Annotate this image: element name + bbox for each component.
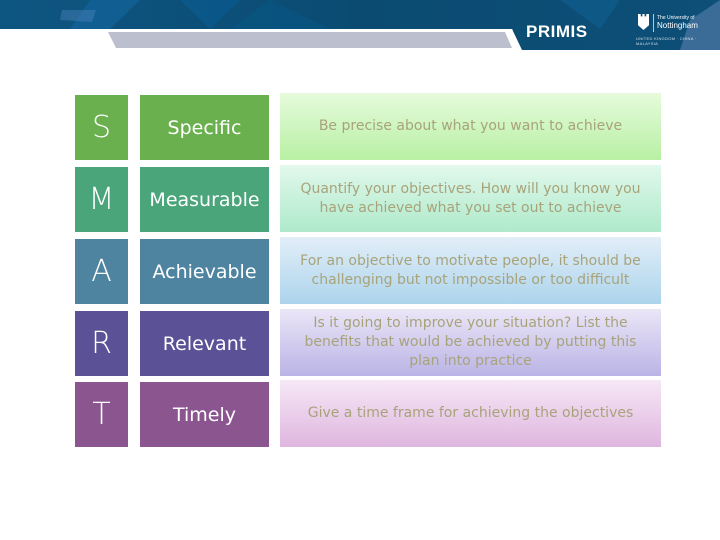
smart-row-achievable: A Achievable For an objective to motivat… <box>0 237 720 305</box>
university-name: Nottingham <box>657 21 698 30</box>
description-cell: Is it going to improve your situation? L… <box>280 309 661 376</box>
primis-logo: PRIMIS <box>526 22 588 41</box>
letter-cell: T <box>75 382 128 447</box>
smart-row-measurable: M Measurable Quantify your objectives. H… <box>0 165 720 233</box>
smart-row-timely: T Timely Give a time frame for achieving… <box>0 380 720 448</box>
word-cell: Measurable <box>140 167 269 232</box>
word-cell: Timely <box>140 382 269 447</box>
header-banner <box>0 0 720 51</box>
banner-white-rule <box>0 29 513 31</box>
university-tagline: UNITED KINGDOM · CHINA · MALAYSIA <box>636 36 697 46</box>
logo-divider <box>653 14 654 32</box>
word-cell: Specific <box>140 95 269 160</box>
smart-row-specific: S Specific Be precise about what you wan… <box>0 93 720 161</box>
smart-row-relevant: R Relevant Is it going to improve your s… <box>0 309 720 377</box>
word-cell: Achievable <box>140 239 269 304</box>
banner-grey-band <box>108 32 512 48</box>
description-cell: Be precise about what you want to achiev… <box>280 93 661 160</box>
letter-cell: R <box>75 311 128 376</box>
letter-cell: M <box>75 167 128 232</box>
word-cell: Relevant <box>140 311 269 376</box>
description-cell: For an objective to motivate people, it … <box>280 237 661 304</box>
description-cell: Give a time frame for achieving the obje… <box>280 380 661 447</box>
letter-cell: A <box>75 239 128 304</box>
letter-cell: S <box>75 95 128 160</box>
description-cell: Quantify your objectives. How will you k… <box>280 165 661 232</box>
